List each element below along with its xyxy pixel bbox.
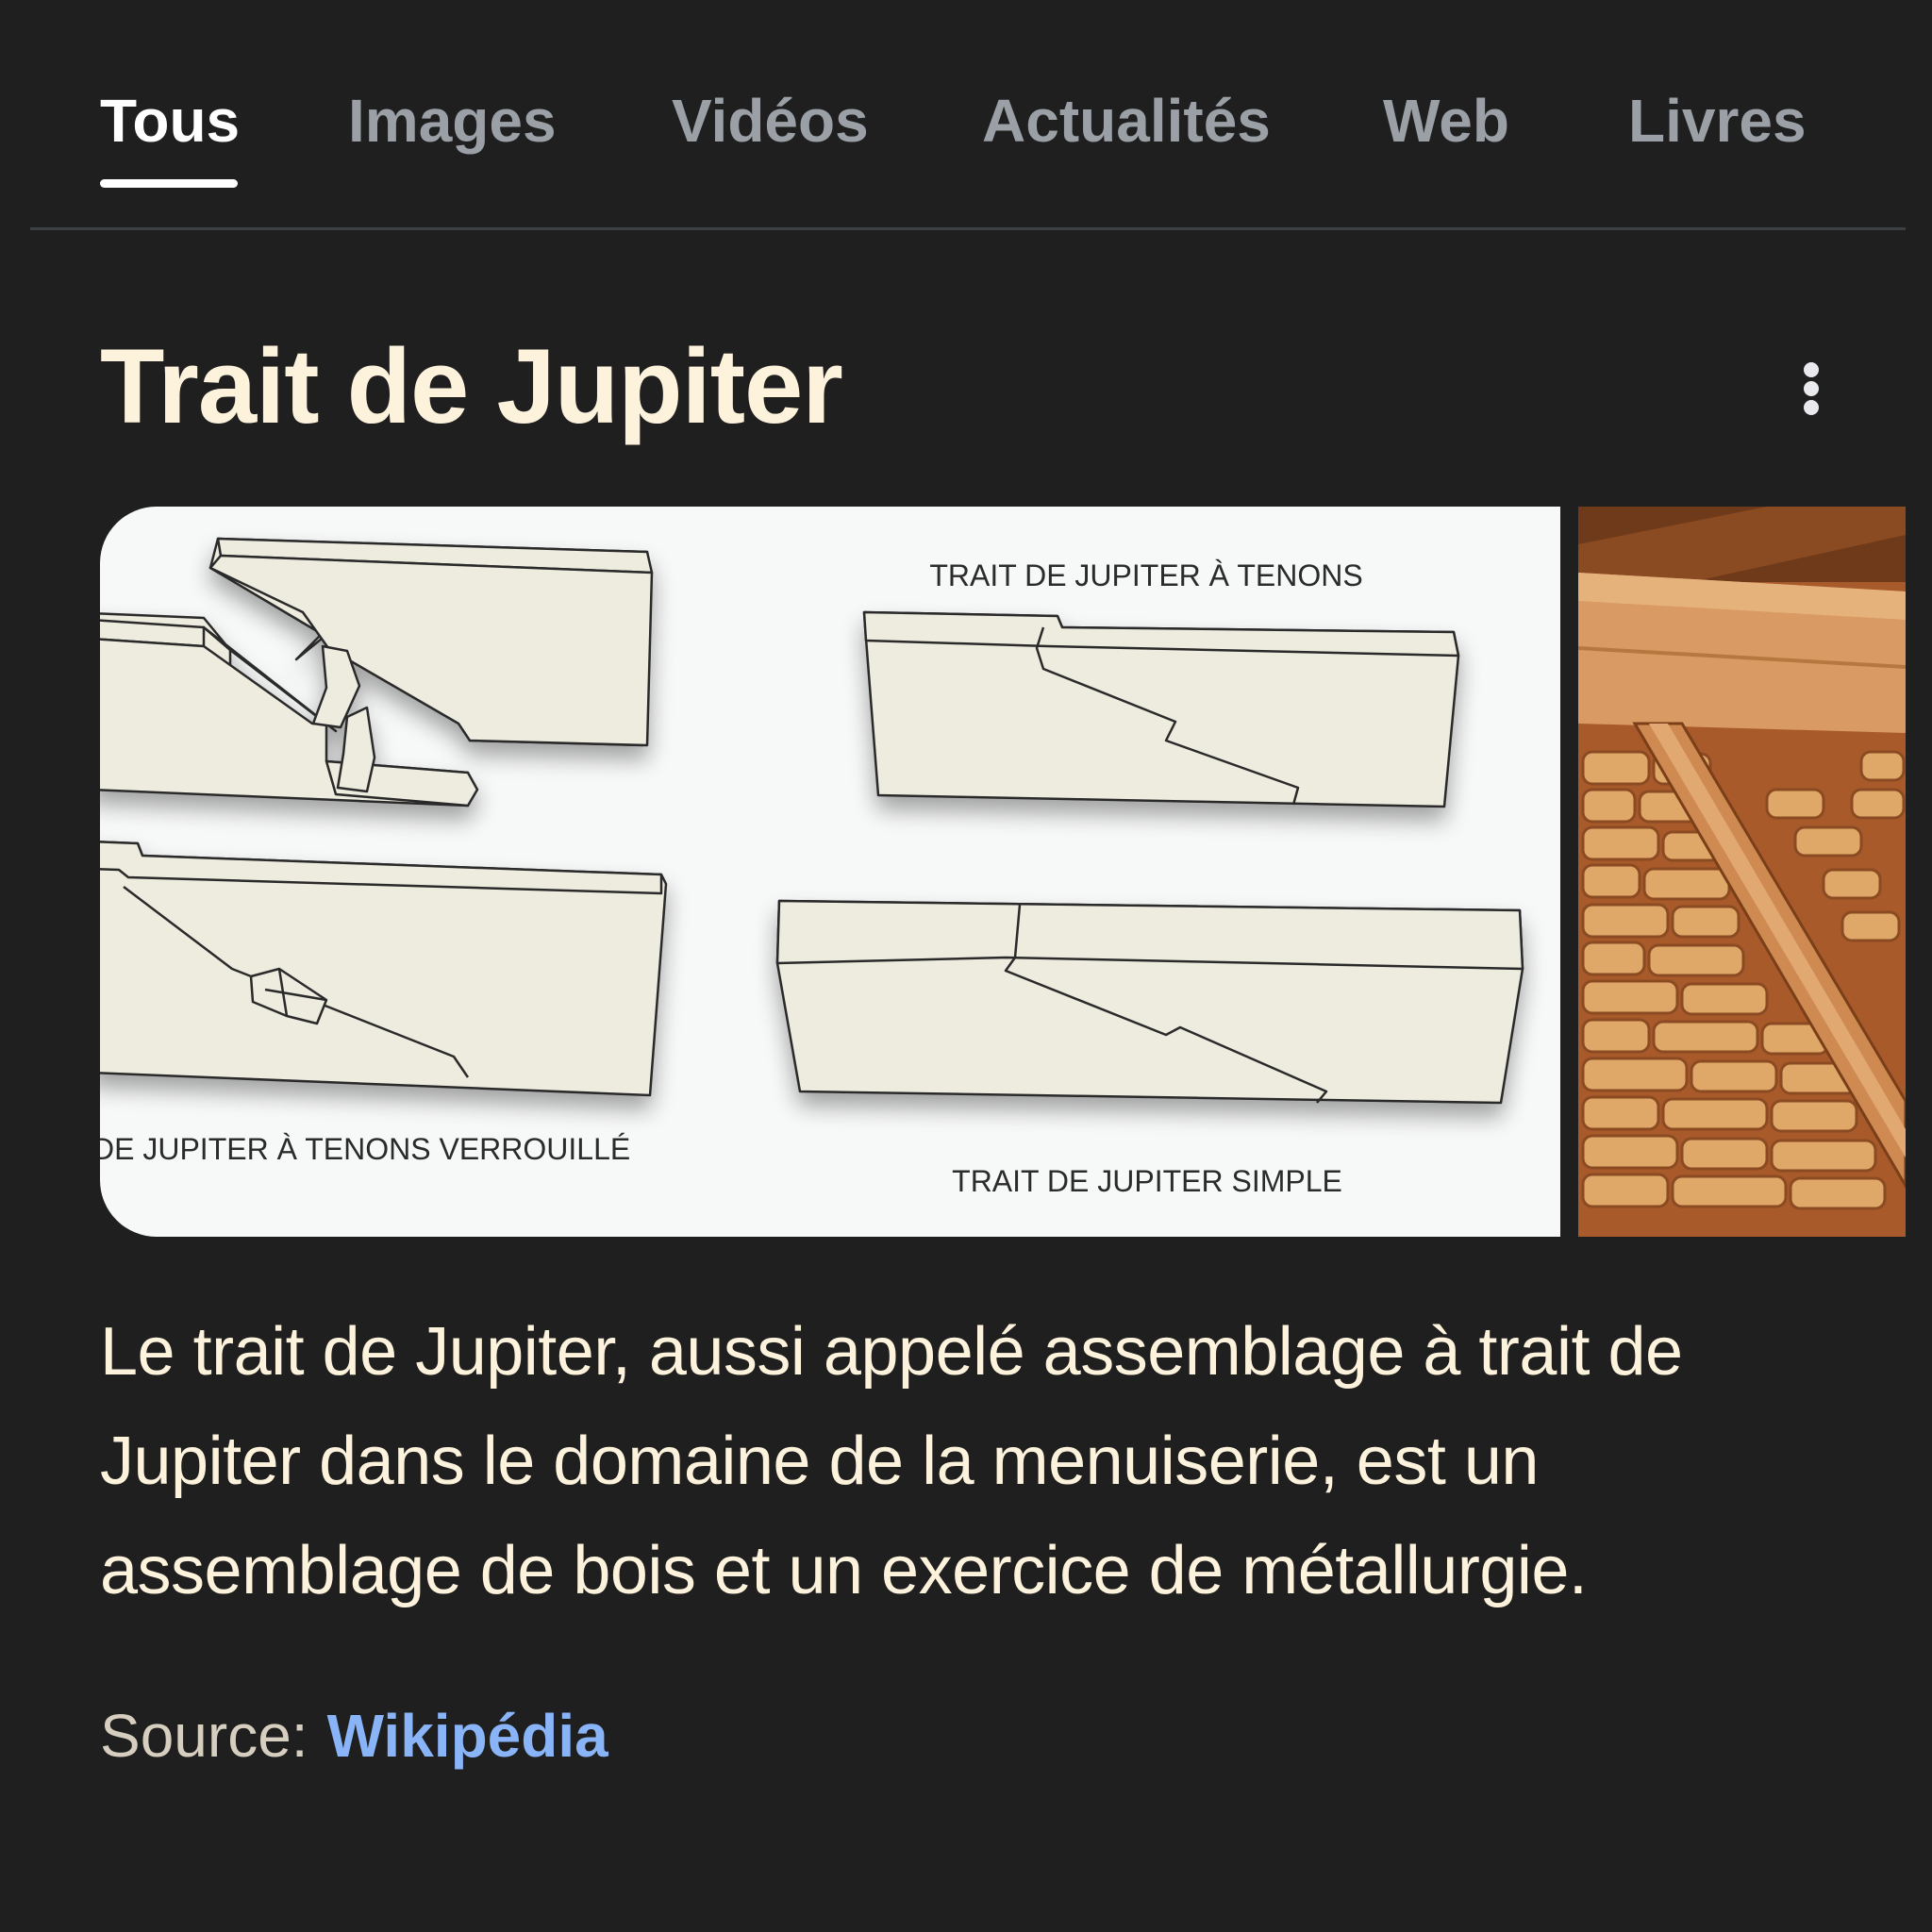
search-tabs: Tous Images Vidéos Actualités Web Livres bbox=[0, 0, 1932, 231]
tab-actualites[interactable]: Actualités bbox=[982, 83, 1271, 158]
tab-videos[interactable]: Vidéos bbox=[672, 83, 869, 158]
panel-title: Trait de Jupiter bbox=[100, 327, 843, 445]
knowledge-panel-page: Tous Images Vidéos Actualités Web Livres… bbox=[0, 0, 1932, 1932]
source-link-wikipedia[interactable]: Wikipédia bbox=[327, 1702, 608, 1770]
active-tab-indicator bbox=[100, 179, 238, 188]
diagram-label-tenons-verrouille: DE JUPITER À TENONS VERROUILLÉ bbox=[100, 1132, 630, 1166]
source-line: Source: Wikipédia bbox=[100, 1698, 608, 1774]
tab-web[interactable]: Web bbox=[1383, 83, 1509, 158]
tabs-divider bbox=[30, 227, 1906, 230]
source-label: Source: bbox=[100, 1702, 308, 1770]
timber-wall-illustration bbox=[1578, 507, 1906, 1237]
diagram-label-simple: TRAIT DE JUPITER SIMPLE bbox=[952, 1164, 1342, 1198]
panel-description: Le trait de Jupiter, aussi appelé assemb… bbox=[100, 1314, 1683, 1608]
tab-images[interactable]: Images bbox=[348, 83, 557, 158]
more-vert-icon[interactable] bbox=[1783, 349, 1840, 428]
diagram-image[interactable]: TRAIT DE JUPITER À TENONS DE JUPITER À T… bbox=[100, 507, 1560, 1237]
diagram-illustration: TRAIT DE JUPITER À TENONS DE JUPITER À T… bbox=[100, 537, 1524, 1198]
tab-livres[interactable]: Livres bbox=[1628, 83, 1807, 158]
diagram-label-tenons: TRAIT DE JUPITER À TENONS bbox=[929, 558, 1362, 592]
tab-tous[interactable]: Tous bbox=[100, 83, 240, 158]
timber-wall-photo[interactable] bbox=[1578, 507, 1906, 1237]
